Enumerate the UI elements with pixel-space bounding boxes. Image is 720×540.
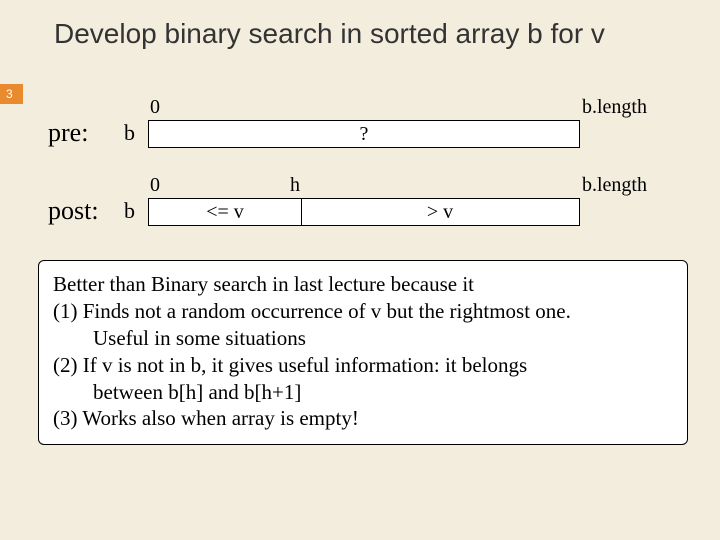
slide-title: Develop binary search in sorted array b … [0, 0, 720, 50]
post-array-bar: <= v > v [148, 198, 580, 226]
notes-point-1: (1) Finds not a random occurrence of v b… [53, 298, 673, 325]
page-number-badge: 3 [0, 84, 23, 104]
notes-point-2: (2) If v is not in b, it gives useful in… [53, 352, 673, 379]
post-array-name: b [124, 198, 135, 224]
notes-point-1-cont: Useful in some situations [53, 325, 673, 352]
pre-array-bar: ? [148, 120, 580, 148]
post-left-region: <= v [149, 201, 301, 224]
post-right-region: > v [301, 201, 579, 224]
pre-label: pre: [48, 118, 88, 148]
pre-array-content: ? [149, 123, 579, 146]
post-index-left: 0 [150, 174, 160, 197]
post-index-right: b.length [582, 174, 647, 197]
pre-array-name: b [124, 120, 135, 146]
post-label: post: [48, 196, 99, 226]
notes-box: Better than Binary search in last lectur… [38, 260, 688, 445]
notes-point-2-cont: between b[h] and b[h+1] [53, 379, 673, 406]
post-index-mid: h [290, 174, 300, 197]
notes-intro: Better than Binary search in last lectur… [53, 271, 673, 298]
notes-point-3: (3) Works also when array is empty! [53, 405, 673, 432]
pre-index-left: 0 [150, 96, 160, 119]
pre-index-right: b.length [582, 96, 647, 119]
